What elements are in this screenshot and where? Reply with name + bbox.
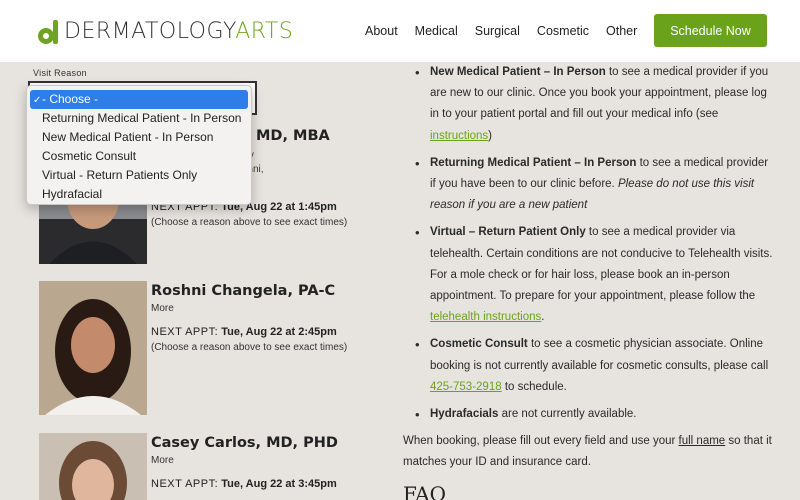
appointment-note: (Choose a reason above to see exact time… <box>151 217 348 228</box>
option-new-medical[interactable]: New Medical Patient - In Person <box>30 128 248 147</box>
visit-reason-info: New Medical Patient – In Person to see a… <box>403 62 775 474</box>
checkmark-icon: ✓ <box>33 95 42 106</box>
list-item: New Medical Patient – In Person to see a… <box>405 62 775 147</box>
provider-card: Casey Carlos, MD, PHD More NEXT APPT: Tu… <box>39 433 389 500</box>
visit-reason-dropdown[interactable]: ✓- Choose - Returning Medical Patient - … <box>26 85 252 205</box>
option-returning-medical[interactable]: Returning Medical Patient - In Person <box>30 109 248 128</box>
list-item: Virtual – Return Patient Only to see a m… <box>405 222 775 328</box>
booking-note: When booking, please fill out every fiel… <box>403 435 772 469</box>
logo-mark-icon <box>38 19 60 44</box>
logo[interactable]: DERMATOLOGYARTS <box>38 19 293 44</box>
next-appointment: NEXT APPT: Tue, Aug 22 at 2:45pm <box>151 326 337 338</box>
next-appointment: NEXT APPT: Tue, Aug 22 at 3:45pm <box>151 478 337 490</box>
provider-card: Roshni Changela, PA-C More NEXT APPT: Tu… <box>39 281 389 415</box>
site-header: DERMATOLOGYARTS About Medical Surgical C… <box>0 0 800 62</box>
faq-heading: FAQ <box>403 482 446 500</box>
nav-cosmetic[interactable]: Cosmetic <box>537 24 589 38</box>
list-item: Hydrafacials are not currently available… <box>405 404 775 425</box>
provider-name[interactable]: Casey Carlos, MD, PHD <box>151 435 338 451</box>
phone-link[interactable]: 425-753-2918 <box>430 381 502 393</box>
option-virtual-return[interactable]: Virtual - Return Patients Only <box>30 166 248 185</box>
provider-more-link[interactable]: More <box>151 455 338 466</box>
logo-text: DERMATOLOGYARTS <box>64 19 294 44</box>
option-hydrafacial[interactable]: Hydrafacial <box>30 185 248 204</box>
provider-photo[interactable] <box>39 281 147 415</box>
provider-more-link[interactable]: More <box>151 303 347 314</box>
appointment-note: (Choose a reason above to see exact time… <box>151 342 348 353</box>
list-item: Returning Medical Patient – In Person to… <box>405 153 775 217</box>
nav-medical[interactable]: Medical <box>415 24 458 38</box>
list-item: Cosmetic Consult to see a cosmetic physi… <box>405 334 775 398</box>
option-cosmetic-consult[interactable]: Cosmetic Consult <box>30 147 248 166</box>
provider-name[interactable]: Roshni Changela, PA-C <box>151 283 347 299</box>
telehealth-instructions-link[interactable]: telehealth instructions <box>430 311 541 323</box>
main-nav: About Medical Surgical Cosmetic Other <box>365 24 637 38</box>
visit-reason-label: Visit Reason <box>33 68 87 78</box>
nav-surgical[interactable]: Surgical <box>475 24 520 38</box>
full-name-link[interactable]: full name <box>679 435 726 447</box>
visit-reason-list: New Medical Patient – In Person to see a… <box>405 62 775 425</box>
provider-photo[interactable] <box>39 433 147 500</box>
nav-other[interactable]: Other <box>606 24 637 38</box>
instructions-link[interactable]: instructions <box>430 130 488 142</box>
nav-about[interactable]: About <box>365 24 398 38</box>
schedule-now-button[interactable]: Schedule Now <box>654 14 767 47</box>
option-choose[interactable]: ✓- Choose - <box>30 90 248 109</box>
